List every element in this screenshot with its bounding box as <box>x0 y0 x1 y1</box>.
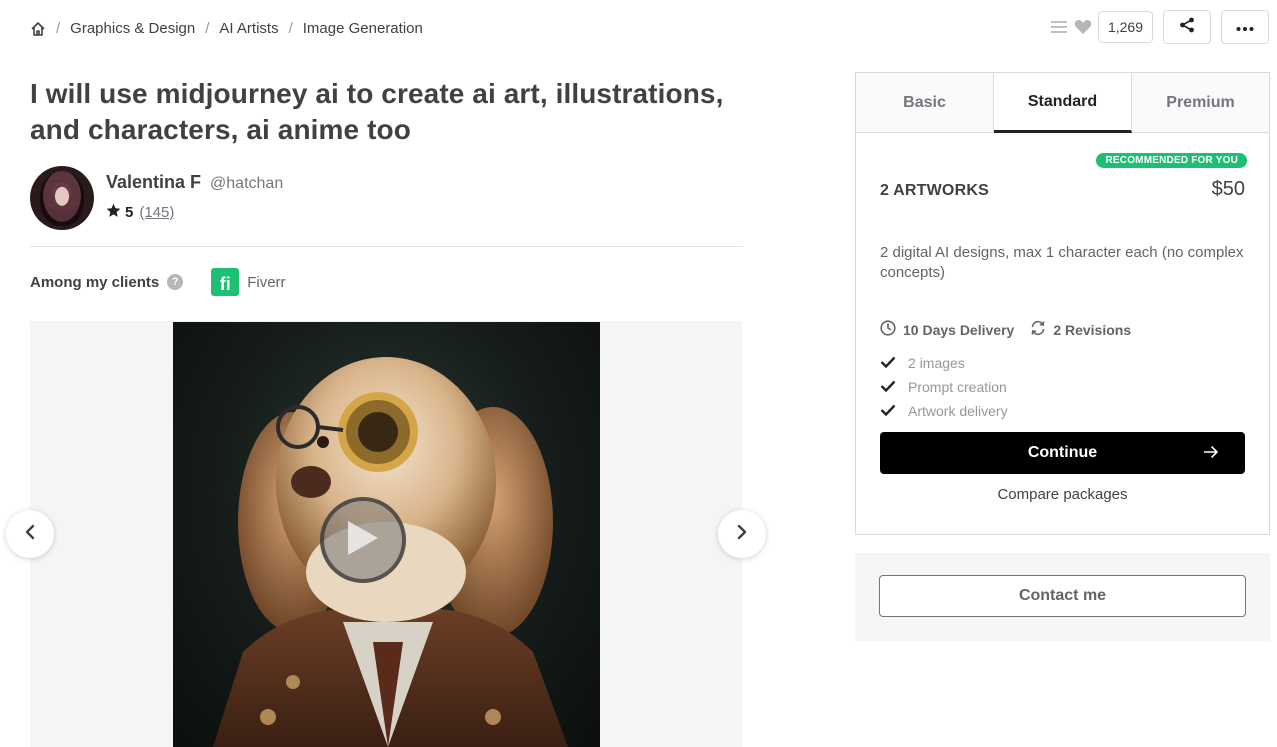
star-icon <box>106 203 121 222</box>
play-icon <box>346 519 380 562</box>
contact-me-button[interactable]: Contact me <box>879 575 1246 617</box>
feature-label: Prompt creation <box>908 379 1007 395</box>
chevron-left-icon <box>24 524 36 545</box>
rating-score: 5 <box>125 204 134 221</box>
more-options-button[interactable] <box>1221 10 1269 44</box>
contact-section: Contact me <box>855 553 1270 641</box>
collect-group: 1,269 <box>1050 11 1153 43</box>
rating-count-link[interactable]: (145) <box>139 204 174 221</box>
seller-overview: Valentina F @hatchan 5 (145) <box>30 166 283 230</box>
client-logo-fiverr: fi <box>211 268 240 296</box>
delivery-label: 10 Days Delivery <box>903 321 1015 338</box>
check-icon <box>880 379 896 395</box>
more-icon <box>1236 18 1254 36</box>
feature-item: Prompt creation <box>880 375 1245 399</box>
seller-name[interactable]: Valentina F <box>106 172 201 193</box>
continue-button[interactable]: Continue <box>880 432 1245 474</box>
chevron-right-icon <box>736 524 748 545</box>
recommended-badge: RECOMMENDED FOR YOU <box>1096 153 1247 168</box>
seller-rating: 5 (145) <box>106 203 283 222</box>
refresh-icon <box>1030 320 1046 339</box>
feature-label: Artwork delivery <box>908 403 1008 419</box>
gallery-next-button[interactable] <box>718 510 766 558</box>
breadcrumb-item-ai-artists[interactable]: AI Artists <box>219 20 278 37</box>
package-price: $50 <box>1211 178 1245 200</box>
delivery-time: 10 Days Delivery <box>880 320 1014 339</box>
arrow-right-icon <box>1203 445 1219 464</box>
compare-packages-link[interactable]: Compare packages <box>880 486 1245 503</box>
share-button[interactable] <box>1163 10 1211 44</box>
seller-info: Valentina F @hatchan 5 (145) <box>106 166 283 222</box>
clients-label: Among my clients <box>30 273 160 291</box>
revisions-label: 2 Revisions <box>1053 321 1132 338</box>
clock-icon <box>880 320 896 339</box>
breadcrumb-item-image-generation[interactable]: Image Generation <box>303 20 423 37</box>
section-divider <box>30 246 743 247</box>
package-meta: 10 Days Delivery 2 Revisions <box>880 320 1245 339</box>
breadcrumb-separator: / <box>205 20 210 37</box>
clients-row: Among my clients ? fi Fiverr <box>30 268 286 296</box>
help-icon[interactable]: ? <box>167 274 184 290</box>
package-panel: Basic Standard Premium RECOMMENDED FOR Y… <box>855 72 1270 535</box>
seller-avatar[interactable] <box>30 166 94 230</box>
continue-label: Continue <box>1027 444 1098 461</box>
package-description: 2 digital AI designs, max 1 character ea… <box>880 244 1244 281</box>
check-icon <box>880 355 896 371</box>
gallery-prev-button[interactable] <box>6 510 54 558</box>
package-name: 2 ARTWORKS <box>880 182 989 199</box>
play-video-button[interactable] <box>320 497 406 583</box>
breadcrumb: / Graphics & Design / AI Artists / Image… <box>30 20 423 37</box>
share-icon <box>1179 17 1195 38</box>
tab-premium[interactable]: Premium <box>1132 73 1269 132</box>
breadcrumb-item-graphics-design[interactable]: Graphics & Design <box>70 20 195 37</box>
collections-icon[interactable] <box>1050 19 1068 35</box>
likes-count: 1,269 <box>1097 11 1153 43</box>
home-icon[interactable] <box>30 21 46 37</box>
feature-item: Artwork delivery <box>880 399 1245 423</box>
package-features: 2 images Prompt creation Artwork deliver… <box>880 351 1245 423</box>
feature-item: 2 images <box>880 351 1245 375</box>
gig-title: I will use midjourney ai to create ai ar… <box>30 78 724 145</box>
heart-icon[interactable] <box>1074 19 1092 35</box>
package-content: RECOMMENDED FOR YOU 2 ARTWORKS $50 2 dig… <box>856 133 1269 503</box>
tab-basic[interactable]: Basic <box>856 73 994 132</box>
seller-handle: @hatchan <box>210 175 284 192</box>
package-tabs: Basic Standard Premium <box>856 73 1269 133</box>
client-name: Fiverr <box>247 273 286 291</box>
breadcrumb-separator: / <box>288 20 293 37</box>
revisions: 2 Revisions <box>1030 320 1131 339</box>
tab-standard[interactable]: Standard <box>994 73 1132 133</box>
check-icon <box>880 403 896 419</box>
seller-name-row: Valentina F @hatchan <box>106 172 283 193</box>
breadcrumb-separator: / <box>56 20 61 37</box>
feature-label: 2 images <box>908 355 965 371</box>
gig-actions: 1,269 <box>1050 10 1269 44</box>
